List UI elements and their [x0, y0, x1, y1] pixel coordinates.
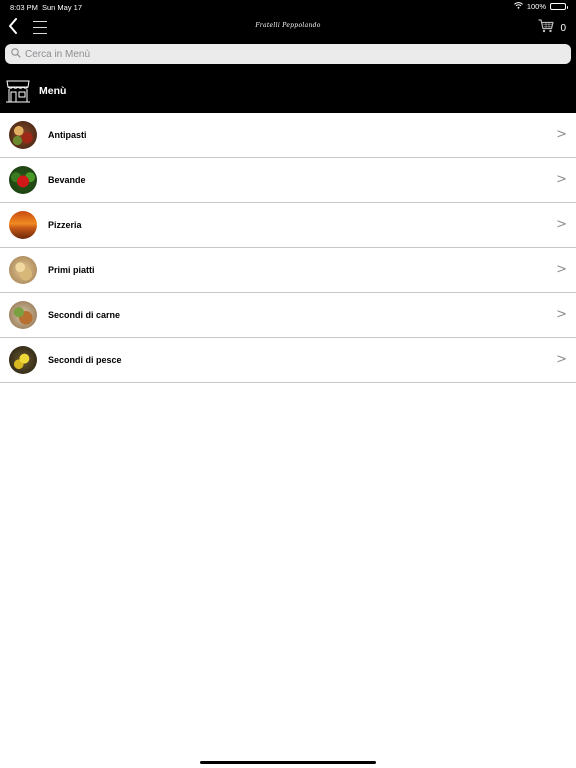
chevron-right-icon: > [556, 352, 567, 367]
category-thumbnail [9, 166, 37, 194]
search-input[interactable] [25, 48, 525, 60]
category-thumbnail [9, 346, 37, 374]
chevron-right-icon: > [556, 307, 567, 322]
category-row-bevande[interactable]: Bevande > [0, 158, 576, 203]
cart-button[interactable]: 0 [538, 18, 566, 38]
chevron-right-icon: > [556, 262, 567, 277]
chevron-right-icon: > [556, 127, 567, 142]
category-list: Antipasti > Bevande > Pizzeria > Primi p… [0, 113, 576, 383]
category-label: Secondi di carne [48, 310, 121, 320]
storefront-icon [5, 78, 31, 104]
battery-percent: 100% [526, 2, 546, 11]
category-thumbnail [9, 301, 37, 329]
category-label: Primi piatti [48, 265, 95, 275]
cart-count: 0 [560, 22, 566, 34]
category-thumbnail [9, 121, 37, 149]
category-row-pizzeria[interactable]: Pizzeria > [0, 203, 576, 248]
search-icon [11, 45, 21, 63]
category-row-primi-piatti[interactable]: Primi piatti > [0, 248, 576, 293]
brand-logo: Fratelli Peppolando [255, 22, 321, 29]
category-thumbnail [9, 211, 37, 239]
category-thumbnail [9, 256, 37, 284]
category-label: Pizzeria [48, 220, 82, 230]
status-time: 8:03 PM [10, 3, 38, 12]
category-row-secondi-di-pesce[interactable]: Secondi di pesce > [0, 338, 576, 383]
home-indicator[interactable] [200, 761, 376, 764]
chevron-right-icon: > [556, 172, 567, 187]
status-bar: 8:03 PM Sun May 17 100% [0, 0, 576, 14]
wifi-icon [513, 2, 523, 11]
category-label: Antipasti [48, 130, 87, 140]
category-row-secondi-di-carne[interactable]: Secondi di carne > [0, 293, 576, 338]
category-row-antipasti[interactable]: Antipasti > [0, 113, 576, 158]
shopping-cart-icon [538, 18, 555, 38]
section-title: Menù [39, 84, 67, 97]
battery-icon [550, 3, 568, 10]
hamburger-line [33, 33, 47, 34]
category-label: Secondi di pesce [48, 355, 122, 365]
top-bar: 8:03 PM Sun May 17 100% Fratelli Peppola… [0, 0, 576, 68]
status-date: Sun May 17 [42, 3, 83, 12]
category-label: Bevande [48, 175, 86, 185]
status-right: 100% [513, 2, 568, 11]
menu-section-header: Menù [0, 68, 576, 113]
search-bar[interactable] [5, 44, 571, 64]
chevron-right-icon: > [556, 217, 567, 232]
